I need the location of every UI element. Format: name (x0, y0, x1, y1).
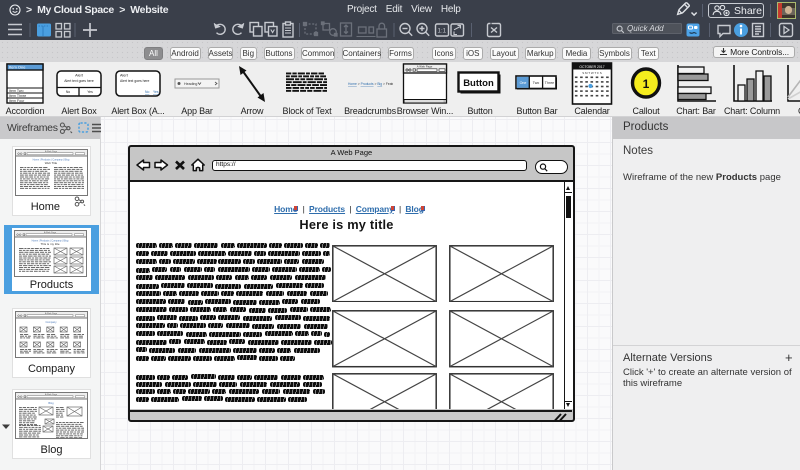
svg-text:Web Title: Web Title (45, 161, 58, 165)
svg-text:Alert: Alert (120, 74, 129, 78)
svg-text:Three: Three (545, 81, 554, 85)
svg-text:Yes: Yes (153, 90, 159, 94)
svg-text:Item Two: Item Two (9, 89, 24, 93)
svg-text:Item One: Item One (9, 65, 26, 70)
svg-text:Blog: Blog (48, 401, 54, 405)
svg-text:A Web Page: A Web Page (45, 150, 58, 153)
svg-text:Alert text goes here: Alert text goes here (120, 79, 150, 83)
svg-text:Alert: Alert (75, 74, 84, 78)
svg-text:A Web Page: A Web Page (45, 312, 58, 315)
svg-text:Home > Products > Big > Featur: Home > Products > Big > Features (348, 82, 393, 86)
svg-text:Alert text goes here: Alert text goes here (64, 79, 94, 83)
svg-text:Heading: Heading (184, 82, 197, 86)
svg-text:S M T W T F S: S M T W T F S (582, 71, 602, 75)
svg-text:1: 1 (643, 77, 650, 91)
svg-text:Yes: Yes (87, 90, 93, 94)
svg-text:Item Three: Item Three (9, 94, 26, 98)
svg-text:Two: Two (533, 81, 540, 85)
svg-text:A Web Page: A Web Page (417, 65, 433, 69)
svg-text:1:1: 1:1 (438, 27, 447, 34)
svg-text:This is my title: This is my title (40, 242, 59, 246)
svg-text:No: No (66, 90, 70, 94)
svg-text:One: One (520, 81, 527, 85)
svg-text:A Web Page: A Web Page (44, 231, 57, 234)
svg-text:OCTOBER 2017: OCTOBER 2017 (579, 65, 604, 69)
svg-text:Button: Button (463, 78, 494, 89)
svg-text:Item Four: Item Four (9, 99, 25, 103)
svg-text:Company: Company (45, 320, 57, 324)
svg-text:No: No (145, 90, 149, 94)
svg-text:A Web Page: A Web Page (45, 393, 58, 396)
